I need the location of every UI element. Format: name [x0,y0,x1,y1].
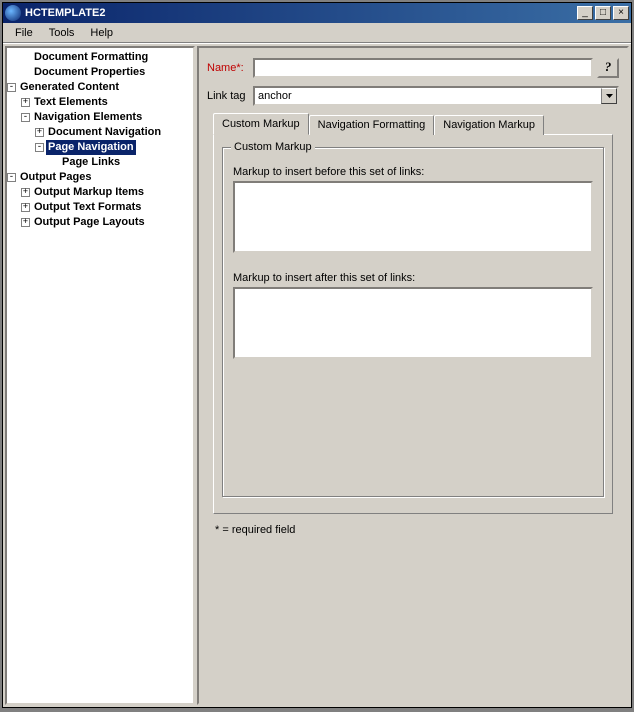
app-window: HCTEMPLATE2 _ □ × File Tools Help Docume… [2,2,632,708]
link-tag-label: Link tag [207,90,253,102]
minimize-button[interactable]: _ [577,6,593,20]
groupbox-custom-markup: Custom Markup Markup to insert before th… [222,147,604,497]
tree: Document Formatting Document Properties … [7,50,193,230]
tree-node-navigation-elements[interactable]: - Navigation Elements [7,110,193,125]
link-tag-value: anchor [255,88,601,104]
tree-node-document-formatting[interactable]: Document Formatting [7,50,193,65]
titlebar: HCTEMPLATE2 _ □ × [3,3,631,23]
help-button[interactable]: ? [597,58,619,78]
link-tag-combo[interactable]: anchor [253,86,619,106]
form-area: Name*: ? Link tag anchor Custom Markup [199,48,627,546]
tab-navigation-formatting[interactable]: Navigation Formatting [309,115,435,135]
tree-node-document-navigation[interactable]: + Document Navigation [7,125,193,140]
tree-node-generated-content[interactable]: - Generated Content [7,80,193,95]
chevron-down-icon[interactable] [601,88,617,104]
tree-node-text-elements[interactable]: + Text Elements [7,95,193,110]
menu-file[interactable]: File [7,25,41,41]
tab-custom-markup[interactable]: Custom Markup [213,113,309,135]
name-label: Name*: [207,62,253,74]
collapse-icon[interactable]: - [21,113,30,122]
markup-after-textarea[interactable] [233,287,593,359]
expand-icon[interactable]: + [21,98,30,107]
required-note: * = required field [207,520,619,540]
tree-node-output-pages[interactable]: - Output Pages [7,170,193,185]
link-tag-row: Link tag anchor [207,86,619,106]
tree-node-output-markup-items[interactable]: + Output Markup Items [7,185,193,200]
name-input[interactable] [253,58,593,78]
tree-node-document-properties[interactable]: Document Properties [7,65,193,80]
tree-node-output-page-layouts[interactable]: + Output Page Layouts [7,215,193,230]
name-row: Name*: ? [207,58,619,78]
groupbox-title: Custom Markup [231,141,315,153]
collapse-icon[interactable]: - [35,143,44,152]
close-button[interactable]: × [613,6,629,20]
collapse-icon[interactable]: - [7,173,16,182]
expand-icon[interactable]: + [35,128,44,137]
tab-navigation-markup[interactable]: Navigation Markup [434,115,544,135]
right-pane: Name*: ? Link tag anchor Custom Markup [197,46,629,705]
window-title: HCTEMPLATE2 [25,7,575,19]
menu-help[interactable]: Help [82,25,121,41]
expand-icon[interactable]: + [21,203,30,212]
maximize-button[interactable]: □ [595,6,611,20]
tree-pane[interactable]: Document Formatting Document Properties … [5,46,195,705]
tree-node-page-links[interactable]: Page Links [7,155,193,170]
tree-node-output-text-formats[interactable]: + Output Text Formats [7,200,193,215]
menu-tools[interactable]: Tools [41,25,83,41]
app-icon [5,5,21,21]
after-label: Markup to insert after this set of links… [233,272,593,284]
expand-icon[interactable]: + [21,188,30,197]
before-label: Markup to insert before this set of link… [233,166,593,178]
tree-node-page-navigation[interactable]: - Page Navigation [7,140,193,155]
tabstrip: Custom Markup Navigation Formatting Navi… [207,115,619,135]
collapse-icon[interactable]: - [7,83,16,92]
content-area: Document Formatting Document Properties … [3,43,631,707]
menubar: File Tools Help [3,23,631,43]
expand-icon[interactable]: + [21,218,30,227]
tabpanel-custom-markup: Custom Markup Markup to insert before th… [213,134,613,514]
markup-before-textarea[interactable] [233,181,593,253]
